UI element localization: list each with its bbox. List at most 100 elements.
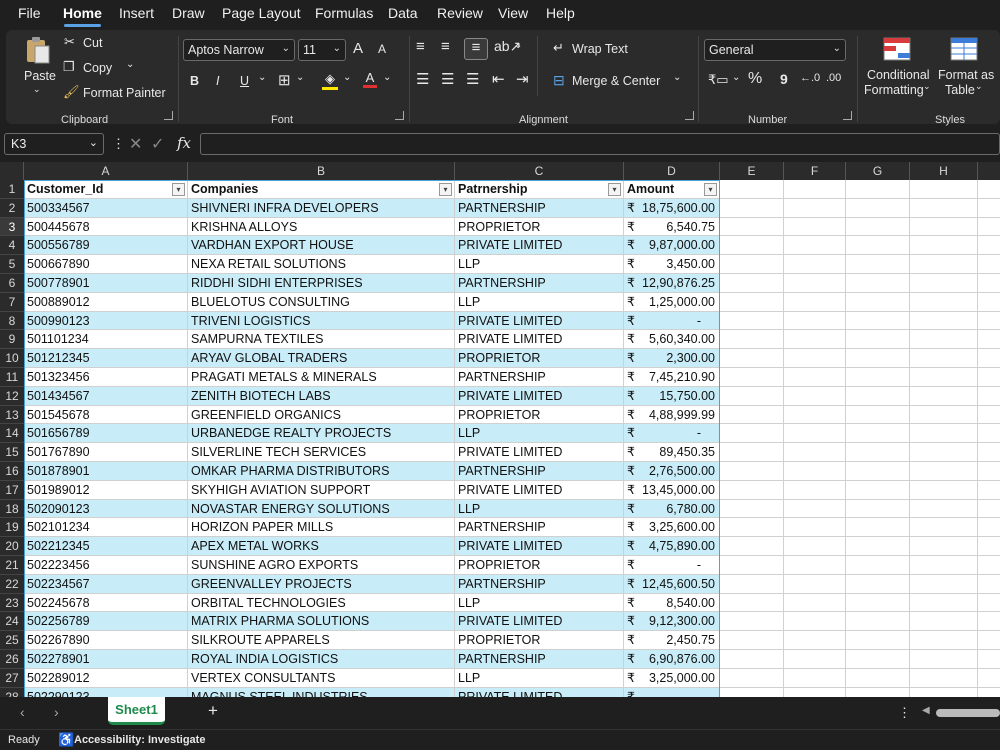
empty-cell[interactable] xyxy=(978,687,1000,697)
amount-cell[interactable]: ₹2,450.75 xyxy=(624,631,720,650)
select-all-corner[interactable] xyxy=(0,162,24,180)
scroll-left-icon[interactable]: ◀ xyxy=(922,705,930,716)
table-cell[interactable]: 500334567 xyxy=(24,198,188,218)
table-cell[interactable]: 501545678 xyxy=(24,405,188,425)
paste-icon[interactable] xyxy=(24,36,52,66)
borders-chevron-icon[interactable]: ⌄ xyxy=(296,72,304,83)
empty-cell[interactable] xyxy=(720,631,784,650)
amount-cell[interactable]: ₹89,450.35 xyxy=(624,443,720,462)
empty-cell[interactable] xyxy=(978,443,1000,462)
more-options-icon[interactable]: ⋮ xyxy=(898,705,911,721)
table-cell[interactable]: 502278901 xyxy=(24,650,188,669)
empty-cell[interactable] xyxy=(910,650,978,669)
table-cell[interactable]: 500778901 xyxy=(24,274,188,293)
bold-button[interactable]: B xyxy=(190,74,199,88)
insert-function-icon[interactable]: fx xyxy=(177,134,191,152)
table-cell[interactable]: HORIZON PAPER MILLS xyxy=(188,518,455,538)
empty-cell[interactable] xyxy=(720,330,784,350)
table-cell[interactable]: SKYHIGH AVIATION SUPPORT xyxy=(188,480,455,500)
table-cell[interactable]: VARDHAN EXPORT HOUSE xyxy=(188,236,455,256)
empty-cell[interactable] xyxy=(846,405,910,425)
table-cell[interactable]: GREENVALLEY PROJECTS xyxy=(188,574,455,594)
merge-center-icon[interactable]: ⊟ xyxy=(553,72,565,89)
empty-cell[interactable] xyxy=(978,650,1000,669)
amount-cell[interactable]: ₹4,88,999.99 xyxy=(624,405,720,425)
fill-color-icon[interactable]: ◈ xyxy=(322,71,338,90)
amount-cell[interactable]: ₹3,25,000.00 xyxy=(624,668,720,688)
empty-cell[interactable] xyxy=(846,236,910,256)
row-header[interactable]: 24 xyxy=(0,612,24,632)
table-cell[interactable]: PRIVATE LIMITED xyxy=(455,386,624,406)
empty-cell[interactable] xyxy=(846,537,910,556)
table-cell[interactable]: 502289012 xyxy=(24,668,188,688)
amount-cell[interactable]: ₹3,25,600.00 xyxy=(624,518,720,538)
comma-style-button[interactable]: 9 xyxy=(780,71,788,87)
row-header[interactable]: 25 xyxy=(0,631,24,650)
column-header-g[interactable]: G xyxy=(846,162,910,180)
empty-cell[interactable] xyxy=(978,180,1000,199)
empty-cell[interactable] xyxy=(978,198,1000,218)
menu-file[interactable]: File xyxy=(18,5,41,21)
cut-button[interactable]: Cut xyxy=(83,36,102,50)
underline-button[interactable]: U xyxy=(240,74,249,88)
empty-cell[interactable] xyxy=(784,499,846,519)
enter-icon[interactable]: ✓ xyxy=(151,134,164,154)
amount-cell[interactable]: ₹8,540.00 xyxy=(624,593,720,613)
empty-cell[interactable] xyxy=(978,349,1000,368)
orientation-chevron-icon[interactable]: ⌄ xyxy=(514,40,522,51)
amount-cell[interactable]: ₹6,540.75 xyxy=(624,217,720,237)
column-header-h[interactable]: H xyxy=(910,162,978,180)
empty-cell[interactable] xyxy=(910,217,978,237)
empty-cell[interactable] xyxy=(910,537,978,556)
empty-cell[interactable] xyxy=(910,386,978,406)
accessibility-status[interactable]: Accessibility: Investigate xyxy=(74,734,205,746)
increase-indent-icon[interactable]: ⇥ xyxy=(516,70,529,88)
row-header[interactable]: 9 xyxy=(0,330,24,350)
table-cell[interactable]: 501101234 xyxy=(24,330,188,350)
table-cell[interactable]: 502267890 xyxy=(24,631,188,650)
table-cell[interactable]: LLP xyxy=(455,593,624,613)
row-header[interactable]: 1 xyxy=(0,180,24,199)
empty-cell[interactable] xyxy=(978,537,1000,556)
amount-cell[interactable]: ₹13,45,000.00 xyxy=(624,480,720,500)
empty-cell[interactable] xyxy=(978,368,1000,387)
empty-cell[interactable] xyxy=(978,405,1000,425)
row-header[interactable]: 20 xyxy=(0,537,24,556)
prev-sheet-icon[interactable]: ‹ xyxy=(20,704,25,720)
empty-cell[interactable] xyxy=(846,292,910,312)
empty-cell[interactable] xyxy=(720,217,784,237)
row-header[interactable]: 19 xyxy=(0,518,24,538)
empty-cell[interactable] xyxy=(910,180,978,199)
empty-cell[interactable] xyxy=(720,180,784,199)
copy-button[interactable]: Copy xyxy=(83,61,112,75)
column-header-b[interactable]: B xyxy=(188,162,455,180)
empty-cell[interactable] xyxy=(910,499,978,519)
table-cell[interactable]: PROPRIETOR xyxy=(455,217,624,237)
table-cell[interactable]: BLUELOTUS CONSULTING xyxy=(188,292,455,312)
table-cell[interactable]: 500556789 xyxy=(24,236,188,256)
table-cell[interactable]: SHIVNERI INFRA DEVELOPERS xyxy=(188,198,455,218)
empty-cell[interactable] xyxy=(784,349,846,368)
row-header[interactable]: 11 xyxy=(0,368,24,387)
empty-cell[interactable] xyxy=(720,518,784,538)
menu-home[interactable]: Home xyxy=(63,5,102,21)
amount-cell[interactable]: ₹5,60,340.00 xyxy=(624,330,720,350)
header-cell-patrnership[interactable]: Patrnership xyxy=(455,180,624,199)
table-cell[interactable]: 502245678 xyxy=(24,593,188,613)
table-cell[interactable]: 501989012 xyxy=(24,480,188,500)
empty-cell[interactable] xyxy=(720,274,784,293)
empty-cell[interactable] xyxy=(910,330,978,350)
empty-cell[interactable] xyxy=(846,330,910,350)
filter-dropdown-icon[interactable]: ▾ xyxy=(172,183,185,196)
amount-cell[interactable]: ₹18,75,600.00 xyxy=(624,198,720,218)
row-header[interactable]: 5 xyxy=(0,255,24,274)
empty-cell[interactable] xyxy=(784,274,846,293)
menu-formulas[interactable]: Formulas xyxy=(315,5,373,21)
table-cell[interactable]: ORBITAL TECHNOLOGIES xyxy=(188,593,455,613)
empty-cell[interactable] xyxy=(720,349,784,368)
conditional-formatting-label-1[interactable]: Conditional xyxy=(867,68,930,82)
paste-chevron-icon[interactable]: ⌄ xyxy=(33,84,41,95)
empty-cell[interactable] xyxy=(720,574,784,594)
table-cell[interactable]: MAGNUS STEEL INDUSTRIES xyxy=(188,687,455,697)
menu-data[interactable]: Data xyxy=(388,5,418,21)
